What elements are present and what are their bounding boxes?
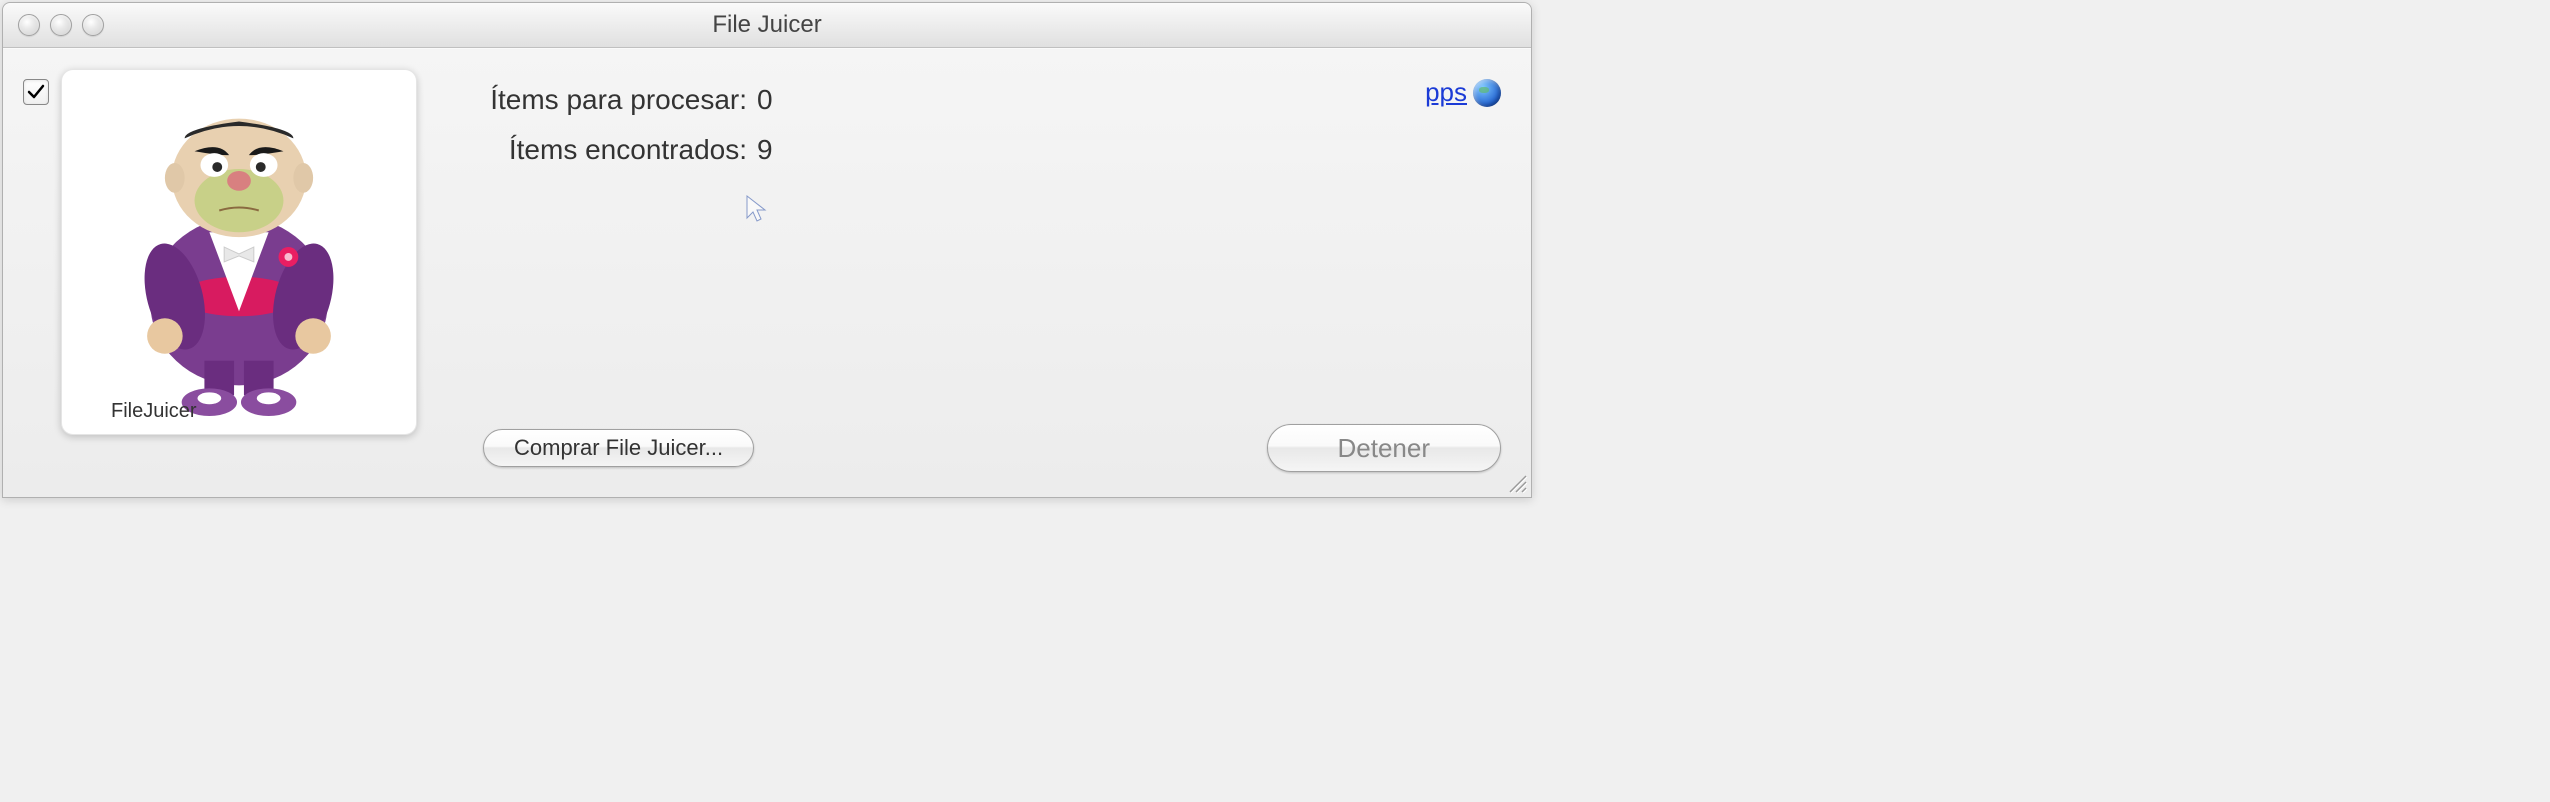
- minimize-button[interactable]: [50, 14, 72, 36]
- left-section: FileJuicer: [23, 69, 417, 477]
- window-title: File Juicer: [712, 11, 821, 39]
- button-bar: Comprar File Juicer... Detener: [3, 424, 1531, 472]
- zoom-button[interactable]: [82, 14, 104, 36]
- close-button[interactable]: [18, 14, 40, 36]
- items-found-line: Ítems encontrados: 9: [462, 134, 1511, 166]
- status-lines: Ítems para procesar: 0 Ítems encontrados…: [462, 84, 1511, 166]
- items-found-value: 9: [757, 134, 773, 166]
- format-link-group: pps: [1425, 77, 1501, 108]
- status-section: Ítems para procesar: 0 Ítems encontrados…: [417, 69, 1511, 477]
- pps-link[interactable]: pps: [1425, 77, 1467, 108]
- items-to-process-value: 0: [757, 84, 773, 116]
- buy-button[interactable]: Comprar File Juicer...: [483, 429, 754, 467]
- globe-icon[interactable]: [1473, 79, 1501, 107]
- preview-image-well[interactable]: FileJuicer: [61, 69, 417, 435]
- preview-caption: FileJuicer: [111, 400, 197, 423]
- checkbox-wrapper: [23, 79, 49, 105]
- resize-grip[interactable]: [1504, 470, 1528, 494]
- items-to-process-line: Ítems para procesar: 0: [462, 84, 1511, 116]
- app-window: File Juicer: [2, 2, 1532, 498]
- stop-button[interactable]: Detener: [1267, 424, 1502, 472]
- cursor-icon: [745, 194, 767, 229]
- titlebar[interactable]: File Juicer: [3, 3, 1531, 48]
- window-controls: [18, 14, 104, 36]
- checkmark-icon: [26, 82, 46, 102]
- preview-checkbox[interactable]: [23, 79, 49, 105]
- items-to-process-label: Ítems para procesar:: [462, 84, 757, 116]
- preview-character-icon: [71, 79, 407, 425]
- content-area: FileJuicer Ítems para procesar: 0 Ítems …: [3, 48, 1531, 497]
- items-found-label: Ítems encontrados:: [462, 134, 757, 166]
